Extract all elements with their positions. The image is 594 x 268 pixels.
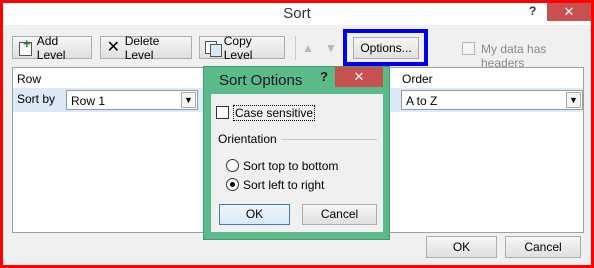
row-select-value: Row 1 xyxy=(71,94,106,108)
orientation-divider xyxy=(281,139,377,140)
delete-x-icon: ✕ xyxy=(106,38,121,56)
help-button[interactable]: ? xyxy=(529,4,536,18)
move-down-button[interactable]: ▼ xyxy=(321,38,341,58)
sort-by-label: Sort by xyxy=(17,92,56,106)
add-level-label: Add Level xyxy=(36,33,66,62)
orientation-label: Orientation xyxy=(218,132,277,146)
delete-level-button[interactable]: ✕ Delete Level xyxy=(100,33,192,62)
column-header-order: Order xyxy=(402,72,433,86)
my-data-has-headers-checkbox[interactable] xyxy=(462,42,475,55)
order-select[interactable]: A to Z ▼ xyxy=(401,90,583,110)
sort-options-body: Case sensitive Orientation Sort top to b… xyxy=(211,94,383,232)
case-sensitive-label[interactable]: Case sensitive xyxy=(233,105,316,121)
sort-options-dialog: Sort Options ? ✕ Case sensitive Orientat… xyxy=(203,66,390,240)
sort-options-help-button[interactable]: ? xyxy=(320,69,328,84)
dialog-title: Sort xyxy=(283,5,311,22)
order-select-value: A to Z xyxy=(406,94,438,108)
delete-level-label: Delete Level xyxy=(124,33,160,62)
sort-options-ok-button[interactable]: OK xyxy=(219,204,290,225)
close-button[interactable]: ✕ xyxy=(547,3,591,21)
ok-button[interactable]: OK xyxy=(426,236,497,258)
sort-options-cancel-button[interactable]: Cancel xyxy=(302,204,377,225)
sort-top-to-bottom-radio[interactable] xyxy=(226,159,239,172)
sort-left-to-right-radio[interactable] xyxy=(226,178,239,191)
sort-options-close-button[interactable]: ✕ xyxy=(335,67,383,87)
copy-level-button[interactable]: Copy Level xyxy=(199,33,285,62)
move-up-button[interactable]: ▲ xyxy=(298,38,318,58)
row-select[interactable]: Row 1 ▼ xyxy=(66,90,198,110)
options-highlight-box xyxy=(343,29,428,66)
add-level-button[interactable]: Add Level xyxy=(12,33,92,62)
chevron-down-icon[interactable]: ▼ xyxy=(181,92,196,108)
chevron-down-icon[interactable]: ▼ xyxy=(566,92,581,108)
title-bar: Sort ? ✕ xyxy=(3,3,591,25)
copy-level-label: Copy Level xyxy=(223,33,253,62)
column-header-row: Row xyxy=(17,72,42,86)
add-level-icon xyxy=(18,36,33,56)
sort-options-title: Sort Options xyxy=(219,72,303,89)
copy-icon xyxy=(205,40,222,57)
case-sensitive-checkbox[interactable] xyxy=(216,106,229,119)
my-data-has-headers-label: My data has headers xyxy=(481,42,547,70)
toolbar-separator xyxy=(295,36,296,60)
sort-top-to-bottom-label[interactable]: Sort top to bottom xyxy=(243,159,338,173)
sort-left-to-right-label[interactable]: Sort left to right xyxy=(243,178,324,192)
cancel-button[interactable]: Cancel xyxy=(505,236,581,258)
